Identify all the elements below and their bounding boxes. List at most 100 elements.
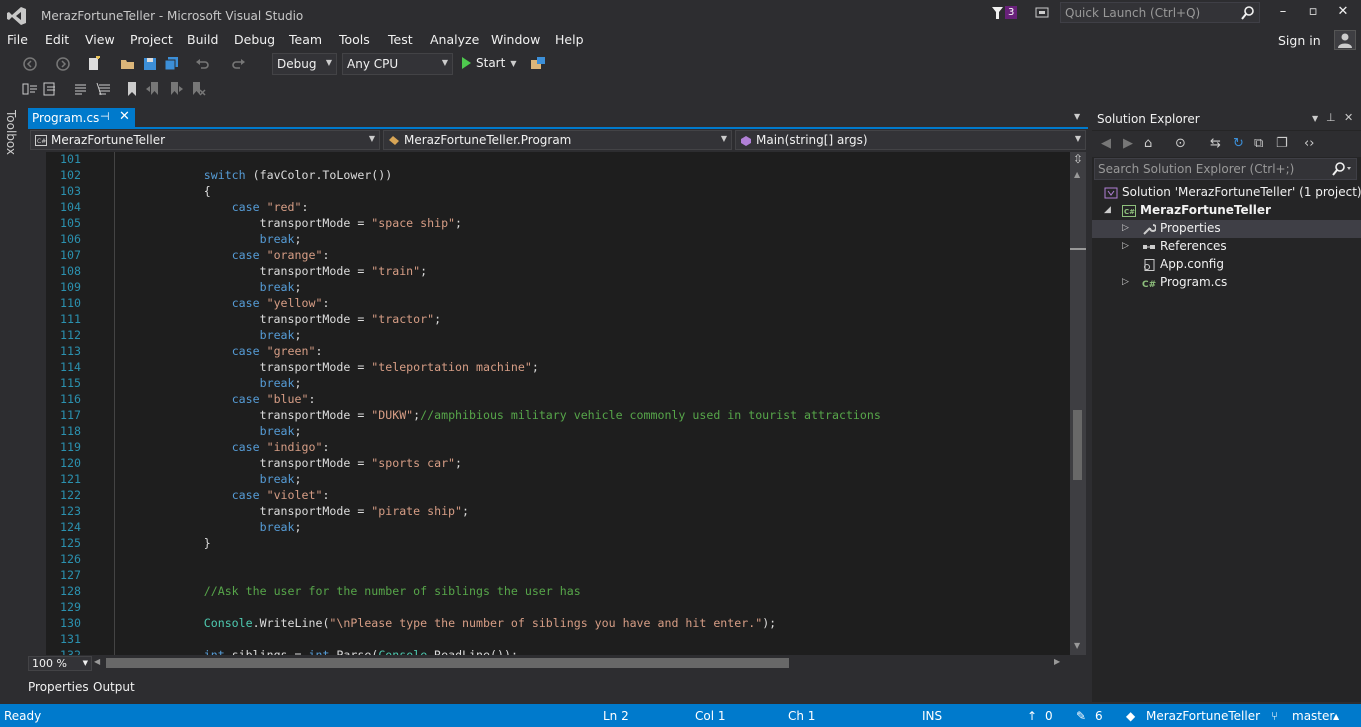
- scroll-up-icon[interactable]: ▲: [1074, 170, 1080, 179]
- home-icon[interactable]: ⌂: [1144, 136, 1152, 151]
- code-line[interactable]: case "green":: [120, 344, 323, 358]
- scroll-down-icon[interactable]: ▼: [1074, 641, 1080, 650]
- toolbox-tab[interactable]: Toolbox: [0, 104, 22, 684]
- forward-icon[interactable]: [55, 56, 71, 72]
- code-line[interactable]: break;: [120, 520, 302, 534]
- tree-item-program-cs[interactable]: ▷ C# Program.cs: [1122, 275, 1227, 289]
- code-line[interactable]: case "yellow":: [120, 296, 330, 310]
- parameter-info-icon[interactable]: [42, 81, 58, 97]
- code-editor[interactable]: 101 102 103 104 105 106 107 108 109 110 111 112 113 1…: [28, 152, 1070, 655]
- close-icon[interactable]: ✕: [1344, 111, 1353, 124]
- expand-arrow-icon[interactable]: ▷: [1122, 223, 1129, 233]
- solution-explorer-search-input[interactable]: Search Solution Explorer (Ctrl+;): [1094, 158, 1357, 180]
- publish-arrow-icon[interactable]: ↑: [1027, 709, 1037, 723]
- minimize-button[interactable]: –: [1270, 4, 1296, 24]
- menu-debug[interactable]: Debug: [234, 32, 275, 47]
- code-line[interactable]: transportMode = "DUKW";//amphibious mili…: [120, 408, 881, 422]
- comment-lines-icon[interactable]: [72, 81, 88, 97]
- save-all-icon[interactable]: [164, 56, 180, 72]
- refresh-icon[interactable]: ↻: [1233, 136, 1244, 151]
- undo-icon[interactable]: [195, 56, 211, 72]
- feedback-icon[interactable]: [1034, 6, 1050, 22]
- sign-in-link[interactable]: Sign in: [1278, 33, 1321, 48]
- tree-item-references[interactable]: ▷ References: [1122, 239, 1227, 253]
- vertical-scroll-thumb[interactable]: [1073, 410, 1082, 480]
- type-navigation-select[interactable]: MerazFortuneTeller.Program ▼: [383, 130, 732, 150]
- horizontal-scroll-thumb[interactable]: [106, 658, 789, 668]
- expand-arrow-icon[interactable]: ▷: [1122, 277, 1129, 287]
- code-line[interactable]: //Ask the user for the number of sibling…: [120, 584, 581, 598]
- code-line[interactable]: int siblings = int.Parse(Console.ReadLin…: [120, 648, 518, 655]
- code-line[interactable]: switch (favColor.ToLower()): [120, 168, 392, 182]
- back-icon[interactable]: [22, 56, 38, 72]
- code-line[interactable]: transportMode = "space ship";: [120, 216, 462, 230]
- maximize-button[interactable]: ▫: [1300, 4, 1326, 24]
- scroll-right-icon[interactable]: ▶: [1054, 657, 1060, 666]
- split-handle-icon[interactable]: ⇳: [1073, 152, 1083, 166]
- status-push-count[interactable]: 0: [1045, 709, 1053, 723]
- project-navigation-select[interactable]: C# MerazFortuneTeller ▼: [30, 130, 380, 150]
- menu-window[interactable]: Window: [491, 32, 540, 47]
- repository-icon[interactable]: ◆: [1126, 709, 1135, 723]
- menu-team[interactable]: Team: [289, 32, 322, 47]
- browser-link-icon[interactable]: [530, 56, 546, 72]
- code-line[interactable]: break;: [120, 280, 302, 294]
- menu-view[interactable]: View: [85, 32, 115, 47]
- code-line[interactable]: case "indigo":: [120, 440, 330, 454]
- status-changes-count[interactable]: 6: [1095, 709, 1103, 723]
- sync-with-document-icon[interactable]: ⇆: [1210, 136, 1221, 151]
- code-line[interactable]: break;: [120, 232, 302, 246]
- show-all-files-icon[interactable]: ❐: [1276, 136, 1288, 151]
- menu-file[interactable]: File: [7, 32, 28, 47]
- code-line[interactable]: {: [120, 184, 211, 198]
- menu-edit[interactable]: Edit: [45, 32, 69, 47]
- forward-icon[interactable]: ▶: [1123, 136, 1133, 151]
- start-debugging-button[interactable]: Start ▼: [462, 56, 516, 70]
- tab-properties[interactable]: Properties: [28, 680, 89, 694]
- scroll-left-icon[interactable]: ◀: [94, 657, 100, 666]
- code-line[interactable]: transportMode = "tractor";: [120, 312, 442, 326]
- open-folder-icon[interactable]: [120, 56, 136, 72]
- tab-output[interactable]: Output: [93, 680, 135, 694]
- menu-build[interactable]: Build: [187, 32, 218, 47]
- code-line[interactable]: break;: [120, 424, 302, 438]
- next-bookmark-icon[interactable]: [168, 81, 184, 97]
- code-line[interactable]: break;: [120, 328, 302, 342]
- solution-configuration-select[interactable]: Debug ▼: [272, 53, 337, 75]
- uncomment-lines-icon[interactable]: [96, 81, 112, 97]
- menu-tools[interactable]: Tools: [339, 32, 370, 47]
- collapse-arrow-icon[interactable]: ◢: [1104, 205, 1111, 215]
- branch-icon[interactable]: ⑂: [1271, 709, 1278, 723]
- tree-item-solution[interactable]: Solution 'MerazFortuneTeller' (1 project…: [1104, 185, 1361, 199]
- pin-icon[interactable]: ⊥: [1326, 111, 1336, 124]
- expand-arrow-icon[interactable]: ▷: [1122, 241, 1129, 251]
- pending-changes-filter-icon[interactable]: ⊙: [1175, 136, 1186, 151]
- code-line[interactable]: transportMode = "train";: [120, 264, 428, 278]
- avatar[interactable]: [1334, 30, 1356, 50]
- status-branch[interactable]: master: [1292, 709, 1334, 723]
- quick-launch-input[interactable]: Quick Launch (Ctrl+Q): [1060, 2, 1260, 23]
- redo-icon[interactable]: [230, 56, 246, 72]
- notifications-button[interactable]: 3: [992, 6, 1018, 19]
- close-tab-icon[interactable]: ✕: [119, 109, 130, 124]
- new-project-icon[interactable]: [86, 56, 102, 72]
- view-code-icon[interactable]: ‹›: [1304, 136, 1314, 151]
- pencil-icon[interactable]: ✎: [1076, 709, 1086, 723]
- clear-bookmarks-icon[interactable]: [190, 81, 206, 97]
- chevron-up-icon[interactable]: ▲: [1333, 712, 1339, 721]
- code-line[interactable]: case "orange":: [120, 248, 330, 262]
- code-line[interactable]: case "violet":: [120, 488, 330, 502]
- window-position-icon[interactable]: ▼: [1312, 114, 1318, 123]
- code-line[interactable]: break;: [120, 472, 302, 486]
- code-line[interactable]: transportMode = "sports car";: [120, 456, 462, 470]
- code-line[interactable]: case "blue":: [120, 392, 316, 406]
- member-navigation-select[interactable]: Main(string[] args) ▼: [735, 130, 1086, 150]
- tree-item-project[interactable]: ◢ C# MerazFortuneTeller: [1104, 203, 1271, 217]
- previous-bookmark-icon[interactable]: [145, 81, 161, 97]
- save-icon[interactable]: [142, 56, 158, 72]
- zoom-select[interactable]: 100 % ▼: [28, 656, 92, 671]
- menu-test[interactable]: Test: [388, 32, 413, 47]
- close-button[interactable]: ✕: [1330, 4, 1356, 24]
- editor-vertical-scrollbar[interactable]: ⇳ ▲ ▼: [1070, 152, 1086, 655]
- code-line[interactable]: transportMode = "teleportation machine";: [120, 360, 539, 374]
